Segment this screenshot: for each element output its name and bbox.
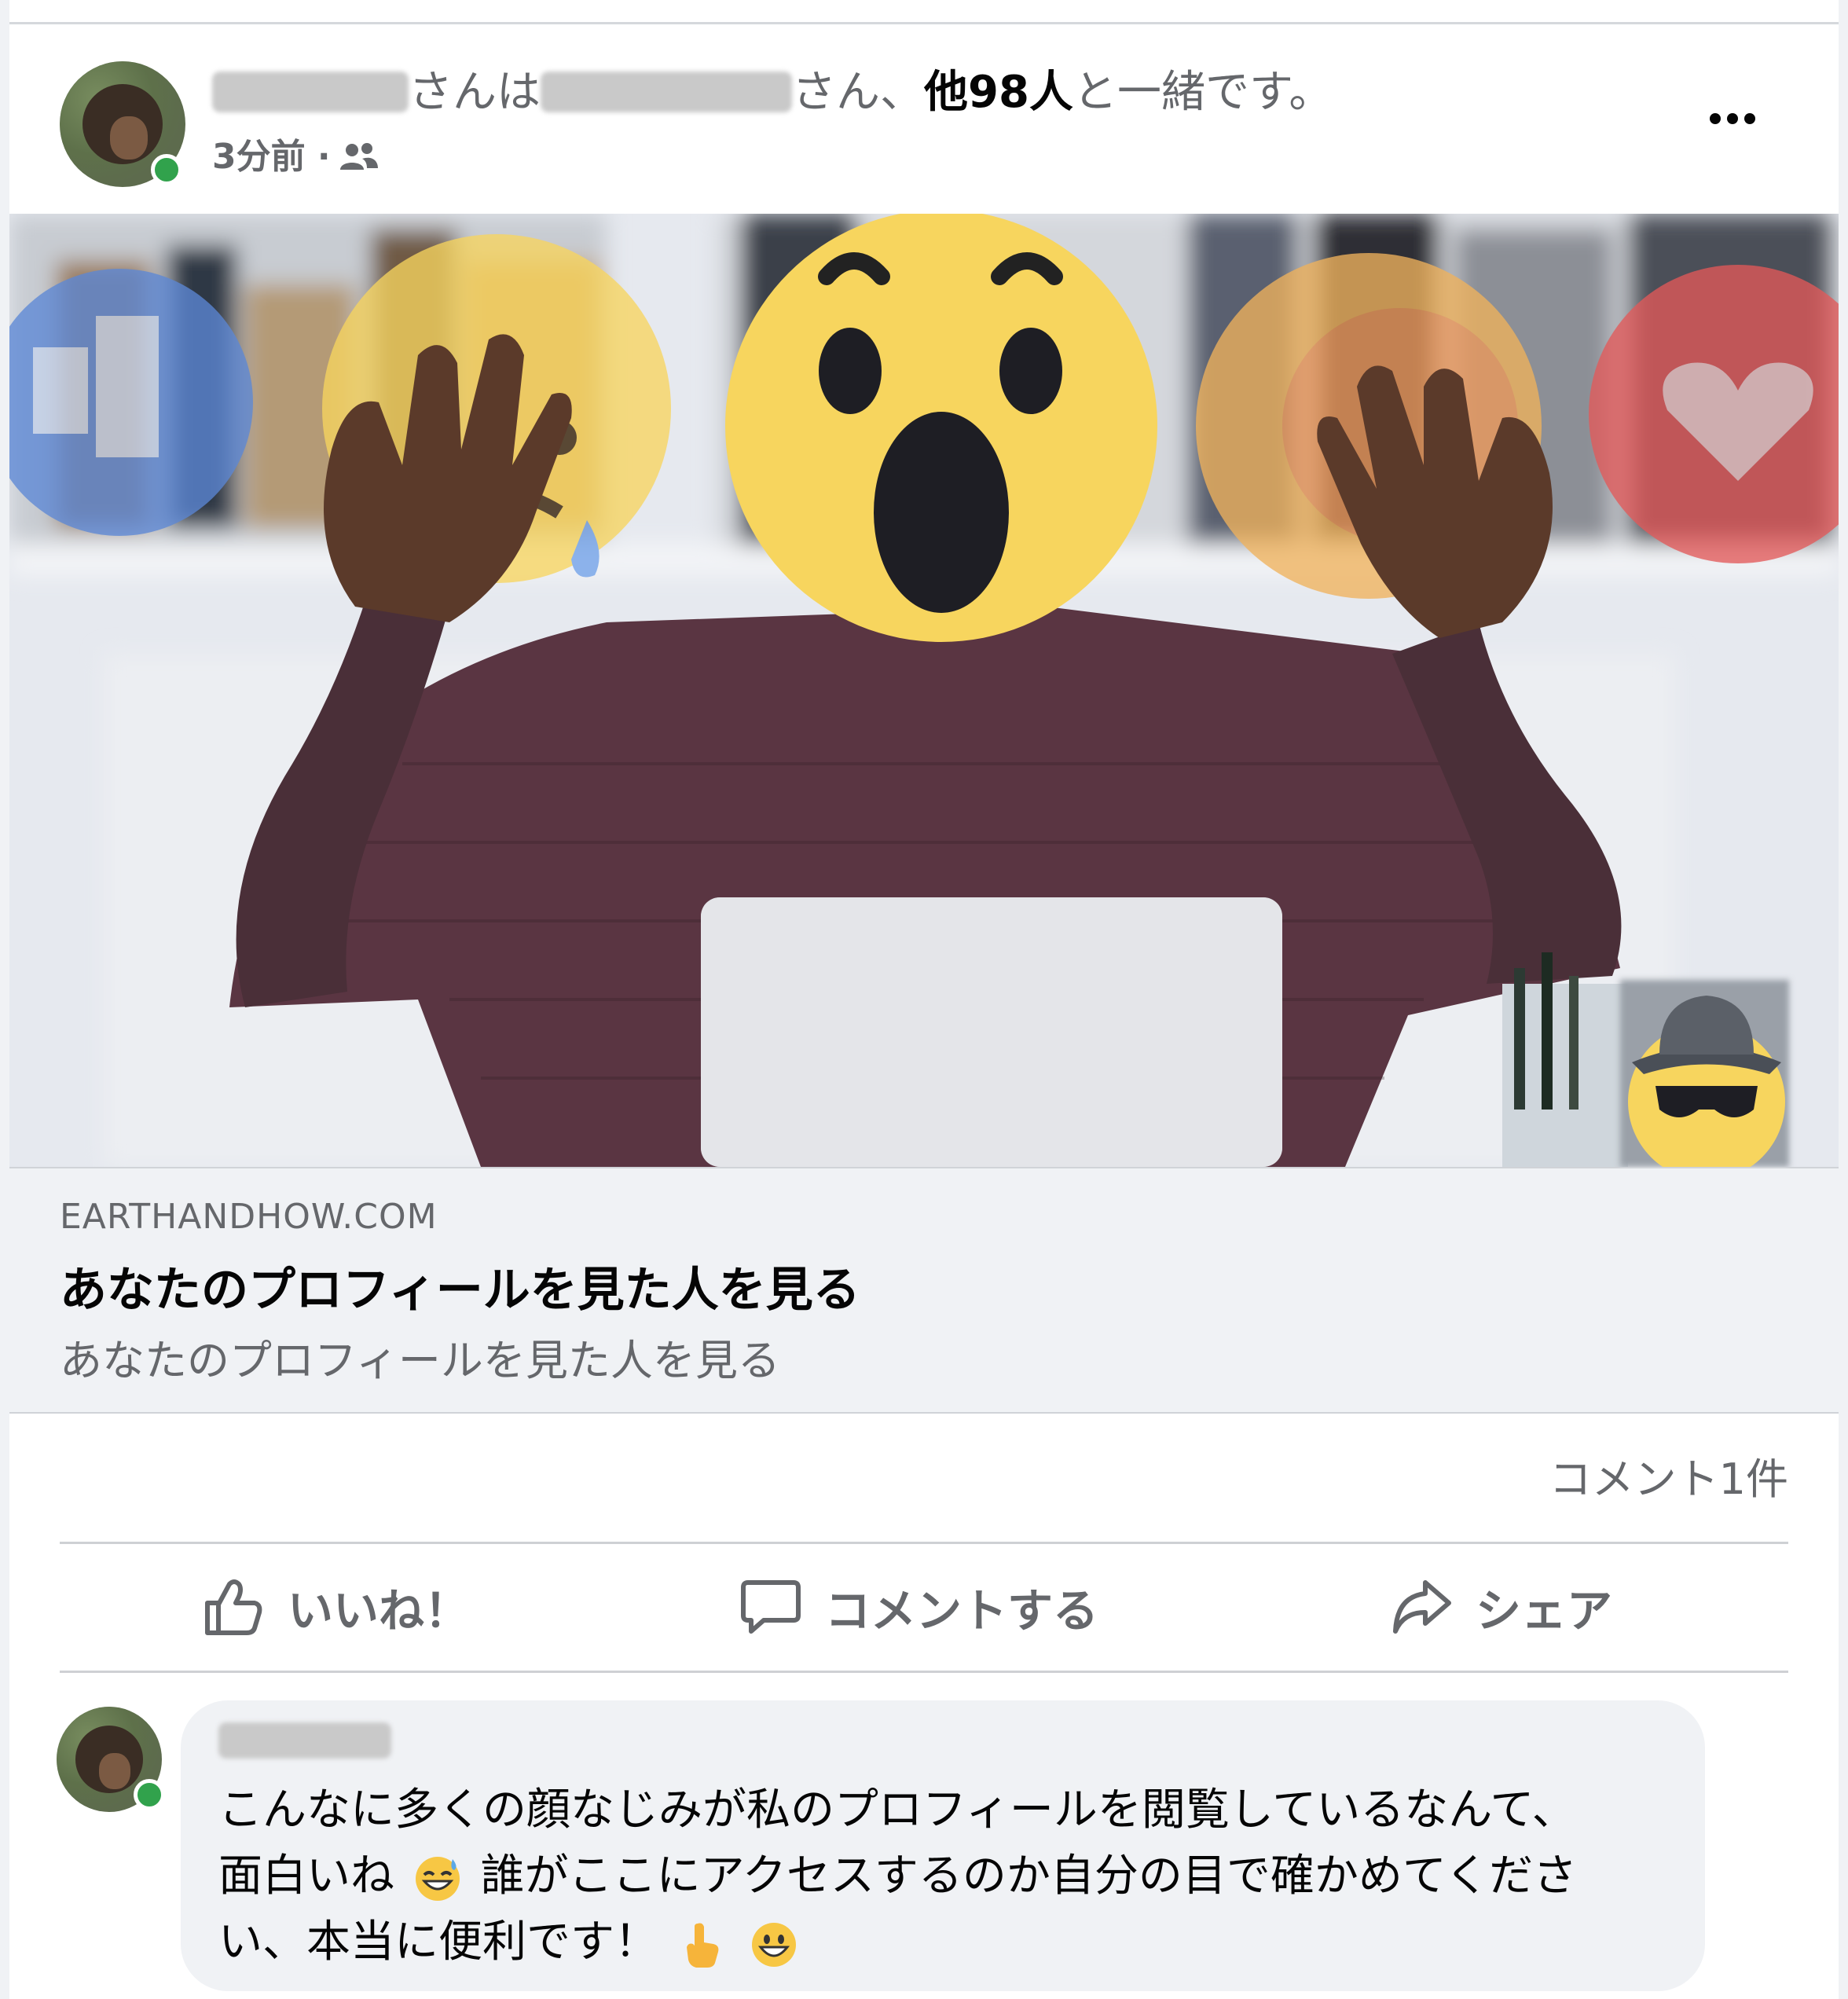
- more-options-icon: [1710, 113, 1721, 124]
- author-name-redacted[interactable]: [212, 71, 409, 112]
- share-button[interactable]: シェア: [1391, 1564, 1612, 1650]
- sweat-smile-emoji: [415, 1856, 460, 1901]
- link-title[interactable]: あなたのプロフィールを見た人を見る: [60, 1252, 860, 1320]
- post-meta: 3分前 ·: [212, 135, 380, 179]
- like-button[interactable]: いいね！: [203, 1564, 470, 1650]
- comment-line-3: い、本当に便利です！: [218, 1916, 658, 1968]
- comment-line-2b: 誰がここにアクセスするのか自分の目で確かめてくださ: [480, 1850, 1578, 1902]
- comment-line-1: こんなに多くの顔なじみが私のプロフィールを閲覧しているなんて、: [218, 1784, 1576, 1836]
- comment-line-2a: 面白いね: [218, 1850, 394, 1902]
- others-link[interactable]: 他98人: [924, 67, 1073, 118]
- title-tail: と一緒です。: [1072, 67, 1333, 118]
- thumbs-up-icon: [205, 1579, 262, 1635]
- friends-icon[interactable]: [339, 141, 380, 173]
- tagged-name-redacted[interactable]: [541, 71, 792, 112]
- share-label: シェア: [1476, 1584, 1613, 1638]
- comment-bubble: こんなに多くの顔なじみが私のプロフィールを閲覧しているなんて、 面白いね 誰がこ…: [181, 1700, 1705, 1991]
- pointing-up-emoji: [686, 1923, 719, 1968]
- like-label: いいね！: [288, 1584, 471, 1638]
- commenter-name-redacted[interactable]: [218, 1722, 391, 1759]
- tagged-suffix: さん、: [792, 67, 924, 118]
- post-time[interactable]: 3分前 ·: [212, 135, 331, 179]
- actions-bottom-divider: [60, 1671, 1788, 1673]
- comment-button[interactable]: コメントする: [740, 1564, 1098, 1650]
- commenter-online-icon: [134, 1779, 165, 1810]
- frame-left: [0, 0, 9, 1999]
- author-suffix: さんは: [409, 67, 541, 118]
- comment-label: コメントする: [825, 1584, 1099, 1638]
- comment-text: こんなに多くの顔なじみが私のプロフィールを閲覧しているなんて、 面白いね 誰がこ…: [218, 1777, 1680, 1975]
- post-header-title: さんは さん、他98人と一緒です。: [212, 64, 1333, 121]
- comment-bubble-icon: [741, 1580, 801, 1634]
- frame-right: [1839, 0, 1848, 1999]
- share-arrow-icon: [1393, 1580, 1451, 1634]
- link-preview[interactable]: EARTHANDHOW.COM あなたのプロフィールを見た人を見る あなたのプロ…: [9, 1167, 1839, 1414]
- top-divider: [9, 22, 1839, 24]
- comment-count[interactable]: コメント1件: [1549, 1444, 1788, 1506]
- link-description: あなたのプロフィールを見た人を見る: [60, 1336, 780, 1385]
- link-domain: EARTHANDHOW.COM: [60, 1197, 438, 1237]
- post-photo: [9, 214, 1839, 1167]
- grinning-emoji: [751, 1922, 796, 1967]
- post-image[interactable]: [9, 214, 1839, 1167]
- more-options-button[interactable]: [1697, 91, 1768, 146]
- online-status-icon: [151, 154, 182, 185]
- actions-top-divider: [60, 1542, 1788, 1544]
